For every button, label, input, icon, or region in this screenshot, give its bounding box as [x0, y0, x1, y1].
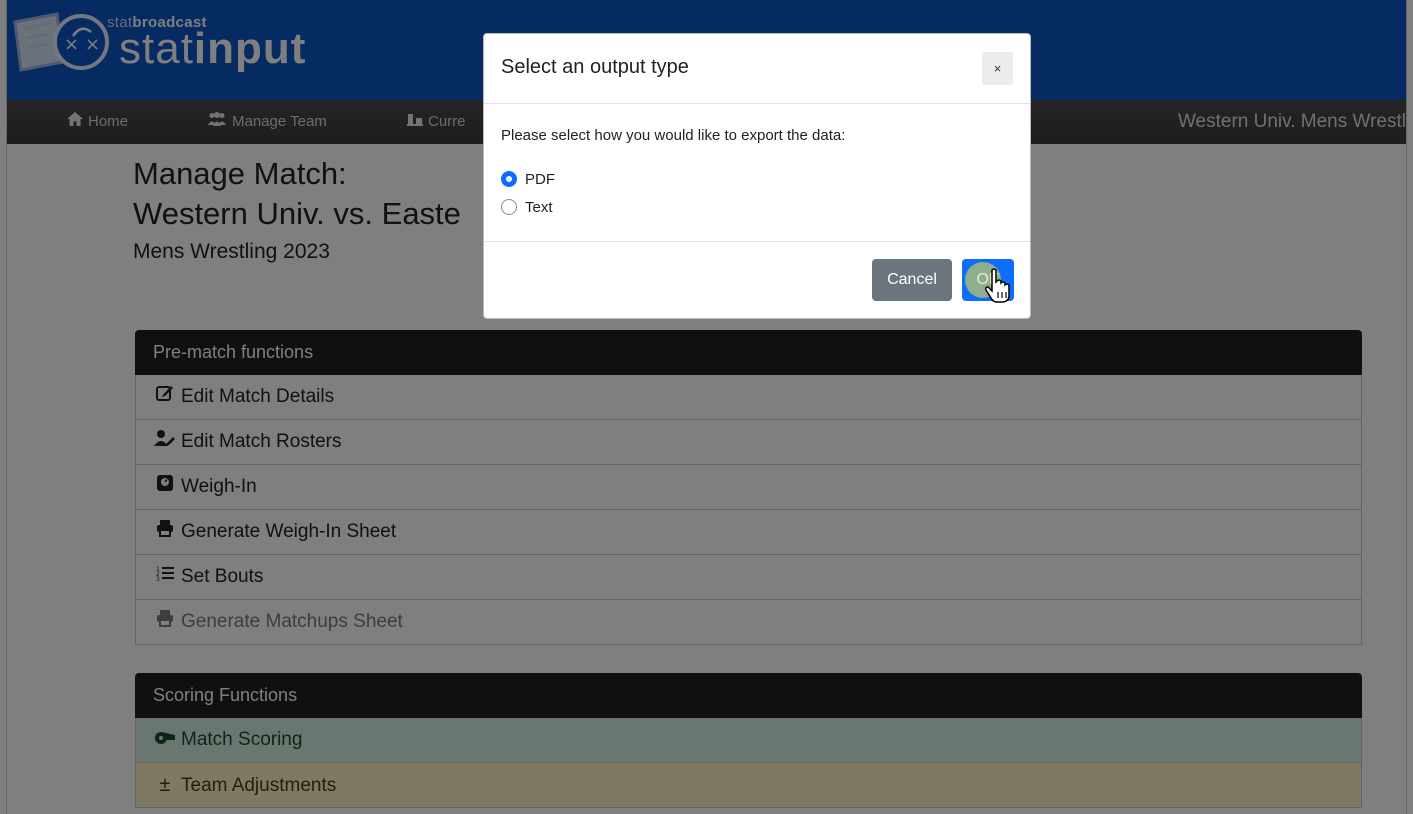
modal-body: Please select how you would like to expo…	[484, 104, 1030, 241]
radio-selected-icon	[501, 171, 517, 187]
radio-text[interactable]: Text	[501, 199, 553, 216]
radio-unselected-icon	[501, 199, 517, 215]
cancel-button[interactable]: Cancel	[872, 259, 952, 301]
close-icon: ×	[993, 61, 1002, 76]
modal-title: Select an output type	[501, 56, 689, 78]
output-type-dialog: Select an output type × Please select ho…	[483, 33, 1031, 319]
radio-pdf[interactable]: PDF	[501, 171, 555, 188]
export-prompt: Please select how you would like to expo…	[501, 127, 846, 144]
modal-header: Select an output type ×	[484, 34, 1030, 104]
hand-cursor-icon	[985, 268, 1010, 303]
modal-footer: Cancel OK	[484, 241, 1030, 320]
close-button[interactable]: ×	[982, 52, 1013, 85]
